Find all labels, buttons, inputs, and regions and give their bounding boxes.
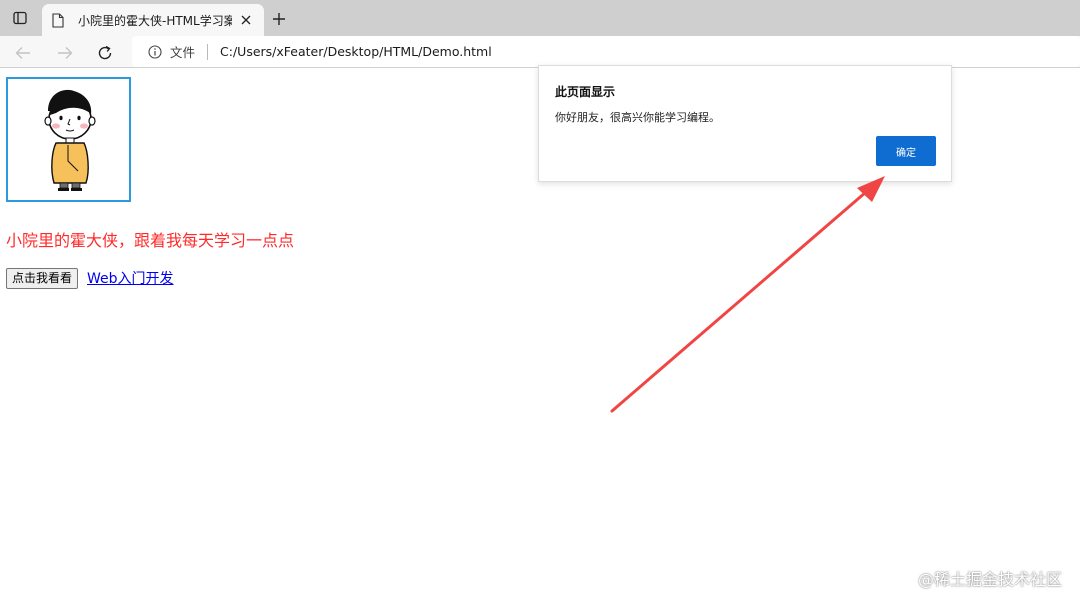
avatar: [6, 77, 131, 202]
back-arrow-icon[interactable]: [12, 42, 34, 64]
address-bar[interactable]: 文件 C:/Users/xFeater/Desktop/HTML/Demo.ht…: [132, 36, 1080, 67]
tab-strip: 小院里的霍大侠-HTML学习案例: [0, 0, 1080, 36]
close-icon[interactable]: [238, 12, 254, 28]
info-icon[interactable]: [146, 43, 164, 61]
plus-icon[interactable]: [268, 8, 290, 30]
click-me-button[interactable]: 点击我看看: [6, 268, 79, 289]
cartoon-person-illustration: [44, 89, 96, 191]
forward-arrow-icon[interactable]: [54, 42, 76, 64]
address-bar-row: 文件 C:/Users/xFeater/Desktop/HTML/Demo.ht…: [0, 36, 1080, 68]
dialog-title: 此页面显示: [555, 85, 616, 99]
dialog-ok-button[interactable]: 确定: [876, 136, 936, 166]
web-intro-link[interactable]: Web入门开发: [87, 268, 174, 288]
watermark: @稀土掘金技术社区: [917, 570, 1062, 589]
browser-tab[interactable]: 小院里的霍大侠-HTML学习案例: [42, 4, 264, 36]
page-heading: 小院里的霍大侠，跟着我每天学习一点点: [6, 231, 295, 250]
refresh-icon[interactable]: [94, 42, 116, 64]
dialog-message: 你好朋友，很高兴你能学习编程。: [555, 111, 720, 124]
address-protocol-label: 文件: [170, 45, 196, 60]
tab-title: 小院里的霍大侠-HTML学习案例: [78, 13, 232, 28]
tab-actions-icon[interactable]: [10, 9, 30, 27]
alert-dialog: 此页面显示 你好朋友，很高兴你能学习编程。 确定: [538, 65, 952, 182]
document-icon: [52, 11, 68, 29]
address-url[interactable]: C:/Users/xFeater/Desktop/HTML/Demo.html: [220, 44, 492, 59]
address-divider: [207, 43, 209, 60]
